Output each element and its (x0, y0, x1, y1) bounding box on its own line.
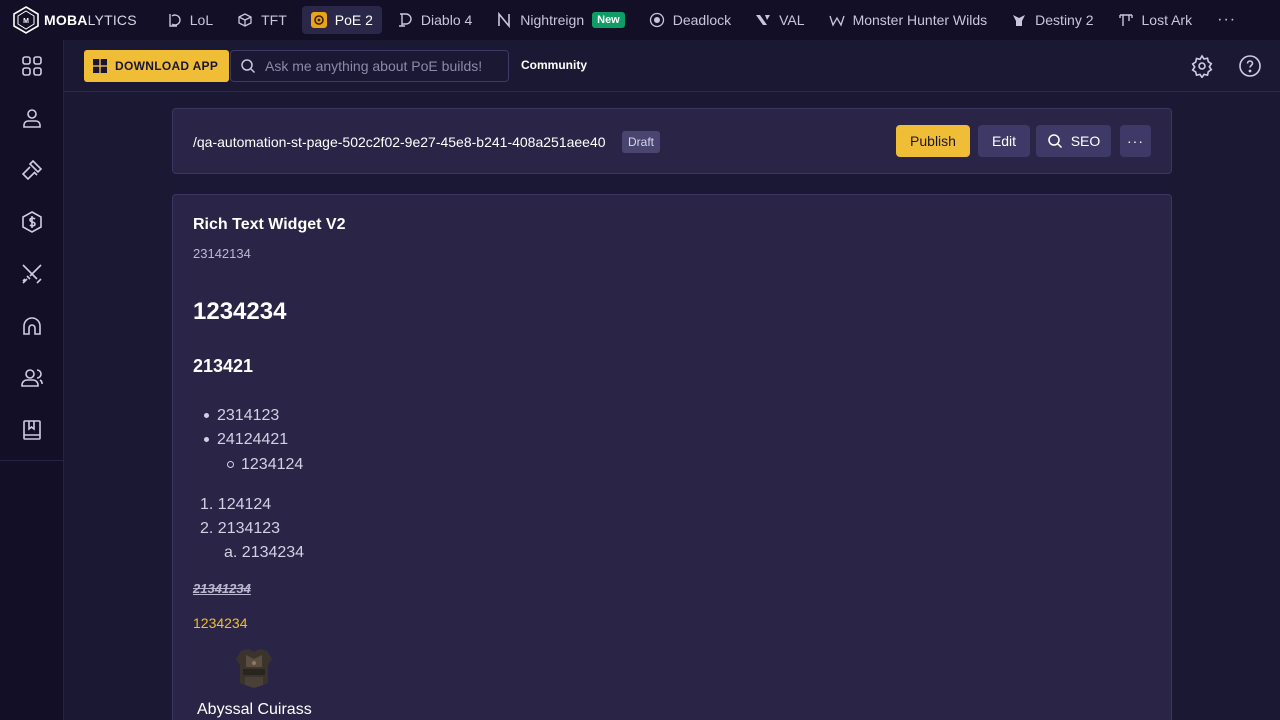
bullet-marker (204, 413, 209, 418)
diablo-icon (398, 13, 412, 27)
ordered-item: 1. 124124 (200, 496, 272, 513)
valorant-icon (756, 15, 771, 25)
ordered-item: 2. 2134123 (200, 520, 281, 537)
seo-button[interactable]: SEO (1036, 125, 1111, 157)
heading-2: 213421 (193, 356, 254, 376)
status-badge: Draft (622, 131, 661, 153)
sub-header: DOWNLOAD APP Community (64, 40, 1280, 92)
grid-icon[interactable] (20, 54, 44, 78)
tab-lost-ark[interactable]: Lost Ark (1109, 6, 1202, 34)
strikethrough-text: 21341234 (193, 581, 251, 596)
sidebar-divider (0, 460, 64, 461)
help-icon[interactable] (1238, 54, 1262, 78)
left-sidebar (0, 40, 64, 720)
widget-subtitle: 23142134 (193, 246, 251, 261)
windows-icon (93, 59, 107, 73)
destiny-icon (1013, 15, 1026, 26)
settings-icon[interactable] (1190, 54, 1214, 79)
search-input[interactable] (265, 58, 495, 74)
tab-label: Nightreign (520, 12, 585, 28)
hammer-icon[interactable] (20, 158, 44, 182)
svg-text:M: M (23, 18, 29, 25)
sub-bullet-marker (227, 461, 234, 468)
tab-label: PoE 2 (334, 12, 373, 28)
lol-icon (169, 14, 181, 27)
tft-icon (238, 13, 252, 27)
mobalytics-logo[interactable]: M MOBALYTICS (12, 6, 137, 34)
list-item: 2314123 (217, 407, 280, 424)
lost-ark-icon (1118, 14, 1133, 26)
tab-label: Lost Ark (1141, 12, 1193, 28)
tab-valorant[interactable]: VAL (746, 6, 813, 34)
swords-icon[interactable] (20, 262, 44, 286)
tab-monster-hunter[interactable]: Monster Hunter Wilds (820, 6, 997, 34)
search-icon (1047, 134, 1062, 149)
search-box[interactable] (230, 50, 509, 82)
edit-button[interactable]: Edit (978, 125, 1030, 157)
tab-label: LoL (189, 12, 214, 28)
publish-button[interactable]: Publish (896, 125, 970, 157)
tab-lol[interactable]: LoL (157, 6, 222, 34)
poe2-icon (310, 12, 327, 28)
list-item: 1234124 (241, 456, 304, 473)
deadlock-icon (649, 12, 664, 28)
top-navigation: M MOBALYTICS LoL TFT PoE 2 Diablo 4 Nigh… (0, 0, 1280, 40)
more-options-button[interactable]: ··· (1120, 125, 1151, 157)
item-name[interactable]: Abyssal Cuirass (197, 701, 312, 719)
seo-label: SEO (1070, 133, 1101, 149)
tab-label: TFT (261, 12, 287, 28)
new-badge: New (592, 12, 625, 28)
rich-text-widget: Rich Text Widget V2 23142134 1234234 213… (172, 194, 1172, 720)
currency-icon[interactable] (20, 210, 44, 234)
heading-1: 1234234 (193, 298, 287, 325)
search-icon (241, 59, 256, 74)
ordered-sub-item: a. 2134234 (224, 544, 305, 561)
download-app-label: DOWNLOAD APP (115, 59, 219, 73)
book-icon[interactable] (20, 418, 44, 442)
community-icon[interactable] (20, 366, 44, 390)
text-link[interactable]: 1234234 (193, 615, 248, 631)
tab-label: VAL (779, 12, 805, 28)
helmet-icon[interactable] (20, 314, 44, 338)
tab-label: Diablo 4 (420, 12, 473, 28)
cuirass-image[interactable] (229, 647, 279, 691)
tab-tft[interactable]: TFT (228, 6, 296, 34)
list-item: 24124421 (217, 431, 289, 448)
mobalytics-logo-icon: M (13, 6, 39, 34)
more-games-icon[interactable]: ··· (1217, 11, 1236, 29)
download-app-button[interactable]: DOWNLOAD APP (84, 50, 230, 82)
monster-hunter-icon (828, 15, 845, 27)
brand-name: MOBALYTICS (44, 12, 137, 28)
bullet-marker (204, 437, 209, 442)
tab-destiny2[interactable]: Destiny 2 (1002, 6, 1102, 34)
page-path: /qa-automation-st-page-502c2f02-9e27-45e… (193, 134, 606, 150)
tab-diablo4[interactable]: Diablo 4 (388, 6, 481, 34)
community-link[interactable]: Community (521, 58, 587, 72)
nightreign-icon (498, 12, 511, 28)
tab-deadlock[interactable]: Deadlock (640, 6, 740, 34)
tab-label: Monster Hunter Wilds (852, 12, 988, 28)
widget-title: Rich Text Widget V2 (193, 216, 346, 233)
tab-nightreign[interactable]: Nightreign New (487, 6, 633, 34)
user-icon[interactable] (20, 106, 44, 130)
tab-label: Deadlock (672, 12, 732, 28)
tab-label: Destiny 2 (1035, 12, 1094, 28)
tab-poe2[interactable]: PoE 2 (301, 6, 382, 34)
page-path-bar: /qa-automation-st-page-502c2f02-9e27-45e… (172, 108, 1172, 174)
